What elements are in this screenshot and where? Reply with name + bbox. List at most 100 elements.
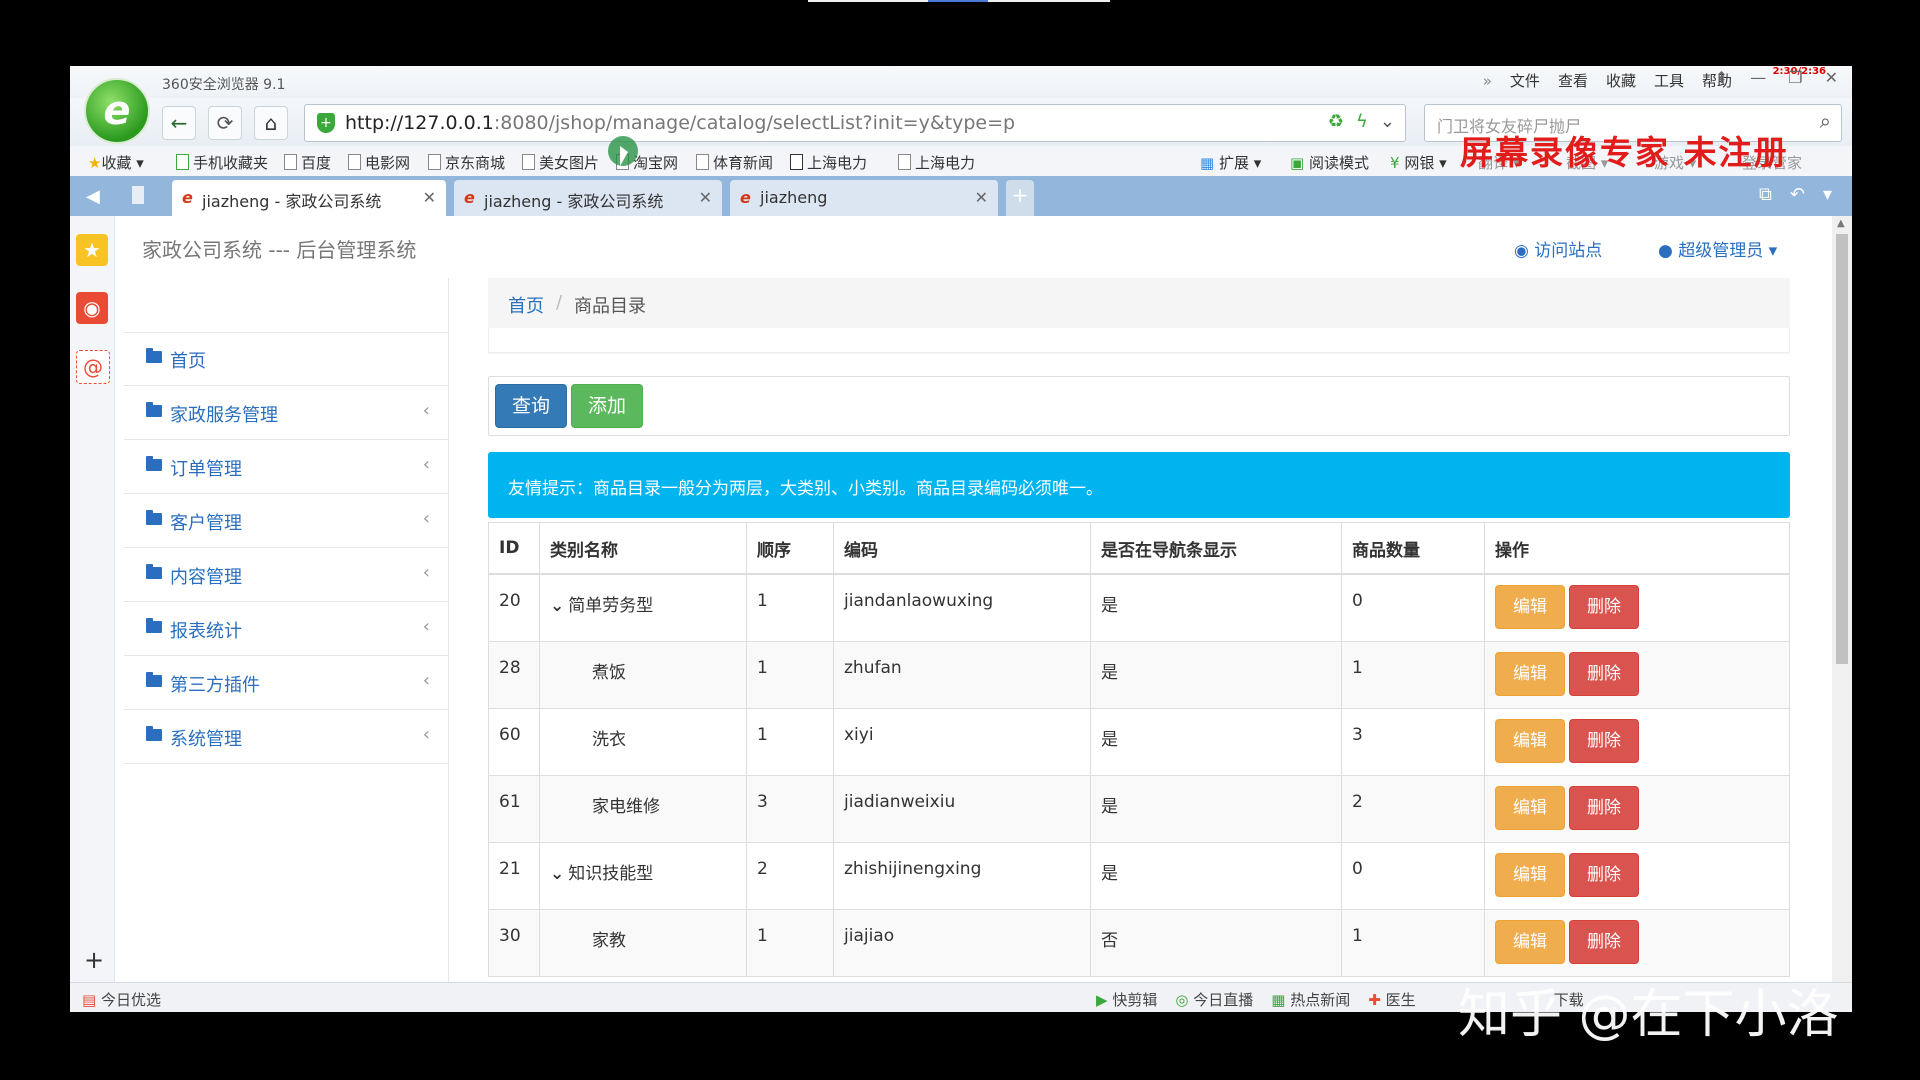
- cell-id: 60: [488, 707, 540, 776]
- back-button[interactable]: ←: [162, 106, 196, 140]
- menu-tools[interactable]: 工具: [1654, 70, 1684, 91]
- close-tab-icon[interactable]: ✕: [423, 188, 436, 207]
- search-icon[interactable]: ⌕: [1820, 109, 1831, 133]
- new-tab-button[interactable]: +: [1006, 180, 1034, 216]
- menu-view[interactable]: 查看: [1558, 70, 1588, 91]
- status-quick-edit[interactable]: ▶ 快剪辑: [1096, 989, 1157, 1010]
- tab-1[interactable]: e jiazheng - 家政公司系统 ✕: [172, 180, 446, 216]
- status-news[interactable]: ▦ 热点新闻: [1271, 989, 1350, 1010]
- edit-button[interactable]: 编辑: [1495, 852, 1565, 897]
- edit-button[interactable]: 编辑: [1495, 718, 1565, 763]
- play-icon: ▶: [1096, 991, 1108, 1009]
- address-url[interactable]: http://127.0.0.1:8080/jshop/manage/catal…: [345, 112, 1015, 134]
- delete-button[interactable]: 删除: [1569, 718, 1639, 763]
- recycle-icon[interactable]: ♻: [1328, 111, 1344, 132]
- sidebar-item-reports[interactable]: 报表统计 ‹: [124, 602, 448, 656]
- bookmark-favorites[interactable]: ★收藏 ▾: [88, 152, 144, 173]
- page-viewport: 家政公司系统 --- 后台管理系统 ◉ 访问站点 ● 超级管理员 ▾ 首页 家政…: [116, 216, 1830, 982]
- toolbar-extensions[interactable]: ▦ 扩展 ▾: [1200, 152, 1261, 173]
- sidebar-item-content[interactable]: 内容管理 ‹: [124, 548, 448, 602]
- bookmark-mobile[interactable]: 手机收藏夹: [176, 152, 268, 173]
- status-live[interactable]: ◎ 今日直播: [1175, 989, 1253, 1010]
- tab-bar-tools: ⧉ ↶ ▾: [1759, 184, 1832, 205]
- breadcrumb: 首页 / 商品目录: [488, 278, 1790, 354]
- cell-actions: 编辑 删除: [1484, 573, 1790, 642]
- dropdown-chevron-icon[interactable]: ⌄: [1380, 111, 1395, 132]
- edit-button[interactable]: 编辑: [1495, 785, 1565, 830]
- sidebar-toggle-icon[interactable]: ◀: [86, 186, 100, 207]
- folder-icon: [146, 402, 162, 417]
- tab-menu-icon[interactable]: ▾: [1823, 184, 1832, 205]
- delete-button[interactable]: 删除: [1569, 919, 1639, 964]
- sidebar-item-home[interactable]: 首页: [124, 332, 448, 386]
- bookmark-sports[interactable]: 体育新闻: [696, 152, 773, 173]
- sidebar-item-plugins[interactable]: 第三方插件 ‹: [124, 656, 448, 710]
- edit-button[interactable]: 编辑: [1495, 919, 1565, 964]
- chevron-left-icon: ‹: [422, 724, 430, 745]
- toolbar-bank[interactable]: ¥ 网银 ▾: [1390, 152, 1447, 173]
- close-window-icon[interactable]: ✕: [1825, 68, 1838, 87]
- minimize-icon[interactable]: —: [1750, 68, 1766, 87]
- scroll-up-icon[interactable]: ▲: [1837, 218, 1845, 229]
- close-tab-icon[interactable]: ✕: [975, 188, 988, 207]
- sidebar-item-housekeeping[interactable]: 家政服务管理 ‹: [124, 386, 448, 440]
- tab-list-icon[interactable]: [132, 186, 144, 204]
- weibo-icon[interactable]: ◉: [76, 292, 108, 324]
- add-button[interactable]: 添加: [571, 384, 643, 428]
- breadcrumb-home[interactable]: 首页: [508, 292, 544, 318]
- status-today-picks[interactable]: ▤ 今日优选: [82, 989, 161, 1010]
- toolbar-reading-mode[interactable]: ▣ 阅读模式: [1290, 152, 1369, 173]
- live-icon: ◎: [1175, 991, 1189, 1009]
- menu-favorites[interactable]: 收藏: [1606, 70, 1636, 91]
- bookmark-power2[interactable]: 上海电力: [898, 152, 975, 173]
- delete-button[interactable]: 删除: [1569, 651, 1639, 696]
- chevron-down-icon[interactable]: ⌄: [550, 864, 564, 884]
- chevron-left-icon: ‹: [422, 400, 430, 421]
- delete-button[interactable]: 删除: [1569, 785, 1639, 830]
- admin-menu[interactable]: ● 超级管理员 ▾: [1658, 236, 1777, 261]
- menu-more-icon[interactable]: »: [1483, 72, 1492, 90]
- info-alert-text: 友情提示：商品目录一般分为两层，大类别、小类别。商品目录编码必须唯一。: [508, 479, 1103, 499]
- add-sidebar-icon[interactable]: +: [84, 946, 104, 974]
- visit-site-link[interactable]: ◉ 访问站点: [1514, 236, 1602, 261]
- sidebar-item-customers[interactable]: 客户管理 ‹: [124, 494, 448, 548]
- col-nav: 是否在导航条显示: [1090, 522, 1342, 575]
- close-tab-icon[interactable]: ✕: [699, 188, 712, 207]
- bookmark-pictures[interactable]: 美女图片: [522, 152, 599, 173]
- menu-file[interactable]: 文件: [1510, 70, 1540, 91]
- delete-button[interactable]: 删除: [1569, 852, 1639, 897]
- sidebar-item-system[interactable]: 系统管理 ‹: [124, 710, 448, 764]
- home-button[interactable]: ⌂: [254, 106, 288, 140]
- favorites-star-icon[interactable]: ★: [76, 234, 108, 266]
- edit-button[interactable]: 编辑: [1495, 585, 1565, 629]
- col-order: 顺序: [746, 522, 834, 575]
- query-button[interactable]: 查询: [495, 384, 567, 428]
- tab-2[interactable]: e jiazheng - 家政公司系统 ✕: [454, 180, 722, 216]
- bookmark-baidu[interactable]: 百度: [284, 152, 331, 173]
- bookmark-power1[interactable]: 上海电力: [790, 152, 867, 173]
- bookmark-jd[interactable]: 京东商城: [428, 152, 505, 173]
- ie-icon: e: [182, 188, 193, 207]
- scrollbar-thumb[interactable]: [1836, 234, 1848, 664]
- page-icon: [898, 154, 911, 170]
- page-scrollbar[interactable]: ▲: [1832, 216, 1852, 982]
- bookmark-movies[interactable]: 电影网: [348, 152, 410, 173]
- edit-button[interactable]: 编辑: [1495, 651, 1565, 696]
- refresh-button[interactable]: ⟳: [208, 106, 242, 140]
- tab-3[interactable]: e jiazheng ✕: [730, 180, 998, 216]
- apps-icon: ▦: [1200, 154, 1215, 172]
- sidebar-item-orders[interactable]: 订单管理 ‹: [124, 440, 448, 494]
- delete-button[interactable]: 删除: [1569, 585, 1639, 629]
- email-icon[interactable]: @: [76, 350, 110, 384]
- restore-tab-icon[interactable]: ⧉: [1759, 184, 1772, 205]
- status-doctor[interactable]: ✚ 医生: [1368, 989, 1415, 1010]
- address-bar[interactable]: + http://127.0.0.1:8080/jshop/manage/cat…: [304, 104, 1406, 142]
- folder-icon: [146, 618, 162, 633]
- skin-icon[interactable]: ⇞: [1715, 68, 1728, 87]
- restore-icon[interactable]: ❐: [1788, 68, 1802, 87]
- undo-close-icon[interactable]: ↶: [1790, 184, 1805, 205]
- chevron-down-icon[interactable]: ⌄: [550, 596, 564, 616]
- sidebar-header: [124, 278, 448, 333]
- cell-id: 28: [488, 640, 540, 709]
- lightning-icon[interactable]: ϟ: [1356, 111, 1368, 132]
